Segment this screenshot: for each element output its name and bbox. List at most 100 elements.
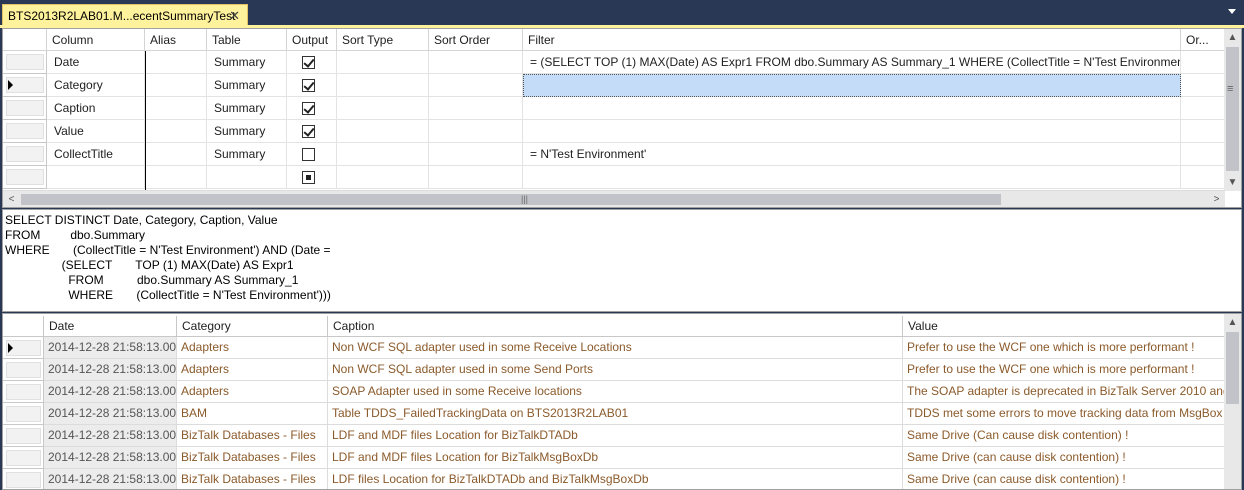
criteria-cell-or[interactable]	[1181, 51, 1225, 74]
result-cell-category[interactable]: Adapters	[177, 337, 328, 359]
criteria-header-sort-type[interactable]: Sort Type	[337, 29, 429, 51]
criteria-cell-filter[interactable]	[523, 120, 1181, 143]
criteria-header-or[interactable]: Or...	[1181, 29, 1225, 51]
result-cell-value[interactable]: TDDS met some errors to move tracking da…	[903, 403, 1225, 425]
result-cell-category[interactable]: Adapters	[177, 381, 328, 403]
result-cell-category[interactable]: Adapters	[177, 359, 328, 381]
result-cell-date[interactable]: 2014-12-28 21:58:13.000	[44, 337, 177, 359]
criteria-cell-output[interactable]	[287, 51, 337, 74]
document-tab[interactable]: BTS2013R2LAB01.M...ecentSummaryTest ✕	[2, 4, 248, 26]
results-header-value[interactable]: Value	[903, 316, 1225, 337]
criteria-row[interactable]: CollectTitle Summary = N'Test Environment'	[3, 143, 1225, 166]
row-selector[interactable]	[3, 447, 44, 469]
criteria-cell-alias[interactable]	[145, 120, 207, 143]
result-cell-category[interactable]: BizTalk Databases - Files	[177, 469, 328, 489]
result-cell-date[interactable]: 2014-12-28 21:58:13.000	[44, 403, 177, 425]
criteria-cell-column[interactable]	[47, 166, 145, 189]
criteria-cell-alias[interactable]	[145, 51, 207, 74]
result-cell-value[interactable]: The SOAP adapter is deprecated in BizTal…	[903, 381, 1225, 403]
criteria-cell-sort-type[interactable]	[337, 51, 429, 74]
output-checkbox[interactable]	[302, 171, 315, 184]
result-cell-caption[interactable]: Non WCF SQL adapter used in some Send Po…	[328, 359, 903, 381]
criteria-cell-filter[interactable]	[523, 97, 1181, 120]
criteria-cell-sort-order[interactable]	[429, 97, 523, 120]
result-cell-value[interactable]: Same Drive (can cause disk contention) !	[903, 447, 1225, 469]
criteria-row[interactable]: Caption Summary	[3, 97, 1225, 120]
criteria-cell-sort-order[interactable]	[429, 166, 523, 189]
row-selector[interactable]	[3, 51, 47, 74]
criteria-cell-table[interactable]: Summary	[207, 120, 287, 143]
criteria-cell-or[interactable]	[1181, 74, 1225, 97]
output-checkbox[interactable]	[302, 102, 315, 115]
criteria-row[interactable]: Date Summary = (SELECT TOP (1) MAX(Date) A…	[3, 51, 1225, 74]
result-cell-caption[interactable]: Table TDDS_FailedTrackingData on BTS2013…	[328, 403, 903, 425]
scroll-up-icon[interactable]: ▲	[1224, 314, 1241, 331]
table-row[interactable]: 2014-12-28 21:58:13.000 BizTalk Databases…	[3, 469, 1225, 489]
result-cell-date[interactable]: 2014-12-28 21:58:13.000	[44, 469, 177, 489]
result-cell-date[interactable]: 2014-12-28 21:58:13.000	[44, 381, 177, 403]
horizontal-scroll-thumb[interactable]: |||	[21, 194, 1001, 205]
criteria-cell-alias[interactable]	[145, 143, 207, 166]
results-header-date[interactable]: Date	[44, 316, 177, 337]
criteria-cell-sort-type[interactable]	[337, 74, 429, 97]
output-checkbox[interactable]	[302, 56, 315, 69]
result-cell-date[interactable]: 2014-12-28 21:58:13.000	[44, 359, 177, 381]
criteria-cell-alias[interactable]	[145, 74, 207, 97]
criteria-cell-table[interactable]: Summary	[207, 74, 287, 97]
criteria-cell-output[interactable]	[287, 74, 337, 97]
criteria-vertical-scrollbar[interactable]: ▲ ≡ ▼	[1224, 29, 1241, 191]
criteria-cell-output[interactable]	[287, 143, 337, 166]
criteria-cell-sort-type[interactable]	[337, 143, 429, 166]
row-selector[interactable]	[3, 74, 47, 97]
result-cell-caption[interactable]: SOAP Adapter used in some Receive locati…	[328, 381, 903, 403]
result-cell-value[interactable]: Same Drive (can cause disk contention) !	[903, 469, 1225, 489]
criteria-cell-filter[interactable]: = N'Test Environment'	[523, 143, 1181, 166]
result-cell-caption[interactable]: Non WCF SQL adapter used in some Receive…	[328, 337, 903, 359]
table-row[interactable]: 2014-12-28 21:58:13.000 Adapters Non WCF S…	[3, 337, 1225, 359]
table-row[interactable]: 2014-12-28 21:58:13.000 BizTalk Databases…	[3, 425, 1225, 447]
criteria-cell-sort-order[interactable]	[429, 74, 523, 97]
criteria-cell-sort-order[interactable]	[429, 51, 523, 74]
scroll-right-icon[interactable]: >	[1208, 191, 1225, 207]
criteria-cell-table[interactable]: Summary	[207, 51, 287, 74]
tab-dropdown-icon[interactable]	[1228, 9, 1236, 14]
result-cell-value[interactable]: Prefer to use the WCF one which is more …	[903, 359, 1225, 381]
output-checkbox[interactable]	[302, 79, 315, 92]
criteria-row[interactable]	[3, 166, 1225, 189]
criteria-cell-sort-type[interactable]	[337, 120, 429, 143]
results-vertical-scrollbar[interactable]: ▲	[1224, 314, 1241, 489]
criteria-cell-output[interactable]	[287, 97, 337, 120]
criteria-cell-output[interactable]	[287, 120, 337, 143]
criteria-header-output[interactable]: Output	[287, 29, 337, 51]
row-selector[interactable]	[3, 120, 47, 143]
result-cell-category[interactable]: BizTalk Databases - Files	[177, 447, 328, 469]
table-row[interactable]: 2014-12-28 21:58:13.000 BAM Table TDDS_Fai…	[3, 403, 1225, 425]
criteria-cell-sort-order[interactable]	[429, 143, 523, 166]
criteria-cell-filter[interactable]: = (SELECT TOP (1) MAX(Date) AS Expr1 FRO…	[523, 51, 1181, 74]
row-selector[interactable]	[3, 359, 44, 381]
results-header-caption[interactable]: Caption	[328, 316, 903, 337]
row-selector[interactable]	[3, 143, 47, 166]
criteria-cell-sort-type[interactable]	[337, 166, 429, 189]
criteria-cell-table[interactable]: Summary	[207, 97, 287, 120]
output-checkbox[interactable]	[302, 148, 315, 161]
criteria-header-filter[interactable]: Filter	[523, 29, 1181, 51]
results-header-category[interactable]: Category	[177, 316, 328, 337]
row-selector[interactable]	[3, 97, 47, 120]
row-selector[interactable]	[3, 166, 47, 189]
criteria-cell-filter[interactable]	[523, 166, 1181, 189]
result-cell-caption[interactable]: LDF files Location for BizTalkDTADb and …	[328, 469, 903, 489]
criteria-cell-sort-type[interactable]	[337, 97, 429, 120]
criteria-cell-or[interactable]	[1181, 97, 1225, 120]
sql-pane[interactable]: SELECT DISTINCT Date, Category, Caption,…	[2, 209, 1242, 312]
criteria-cell-column[interactable]: Date	[47, 51, 145, 74]
scroll-down-icon[interactable]: ▼	[1224, 174, 1241, 191]
criteria-cell-filter[interactable]	[523, 74, 1181, 97]
criteria-cell-alias[interactable]	[145, 166, 207, 189]
criteria-row[interactable]: Category Summary	[3, 74, 1225, 97]
criteria-cell-table[interactable]: Summary	[207, 143, 287, 166]
criteria-cell-column[interactable]: CollectTitle	[47, 143, 145, 166]
scroll-up-icon[interactable]: ▲	[1224, 29, 1241, 46]
criteria-header-table[interactable]: Table	[207, 29, 287, 51]
criteria-cell-output[interactable]	[287, 166, 337, 189]
